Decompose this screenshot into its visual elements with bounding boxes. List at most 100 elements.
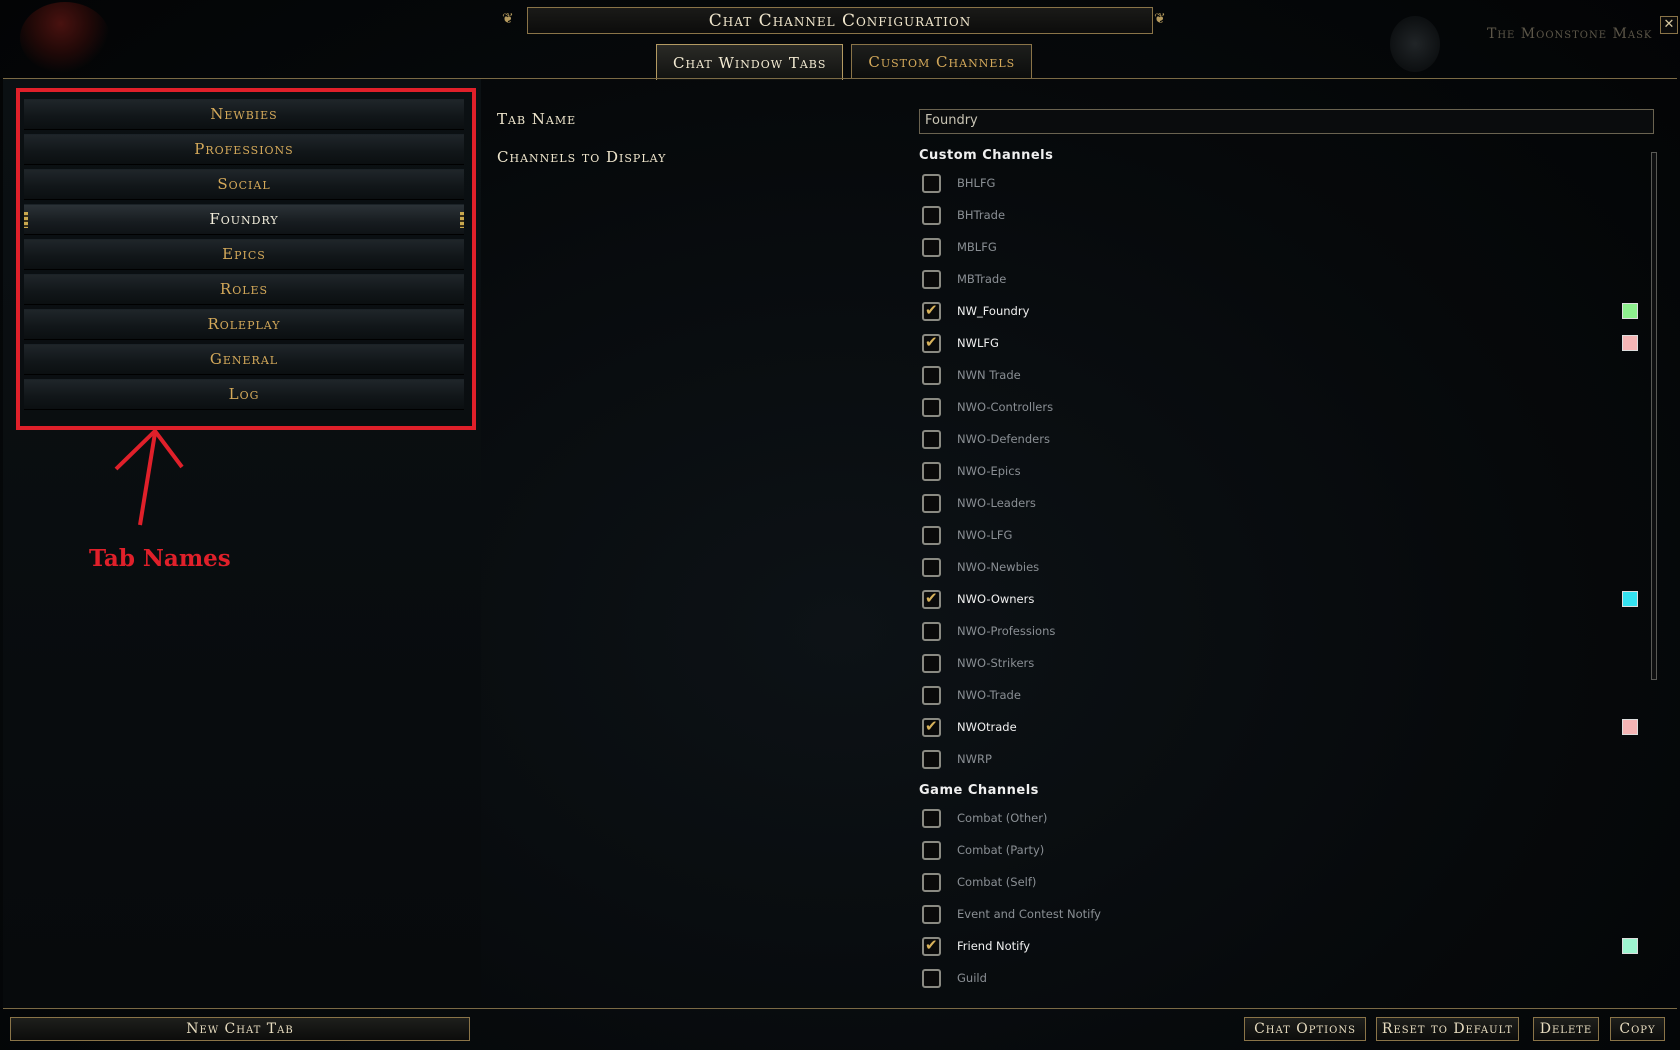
checkbox[interactable] [922, 685, 941, 705]
window-title: Chat Channel Configuration [527, 7, 1153, 34]
channel-row[interactable]: NWO-LFG [922, 524, 1012, 546]
chat-config-window: The Moonstone Mask ❦ Chat Channel Config… [0, 0, 1680, 1050]
reset-to-default-button[interactable]: Reset to Default [1376, 1017, 1519, 1041]
channel-color-swatch[interactable] [1622, 335, 1638, 351]
channel-row[interactable]: NWO-Owners [922, 588, 1034, 610]
channel-label: NWO-Owners [957, 592, 1035, 606]
checkbox-checked[interactable] [922, 717, 941, 737]
checkbox-checked[interactable] [922, 333, 941, 353]
close-button[interactable]: ✕ [1660, 16, 1678, 34]
channel-row[interactable]: NWN Trade [922, 364, 1021, 386]
checkbox[interactable] [922, 525, 941, 545]
channel-label: BHTrade [957, 208, 1006, 222]
channel-row[interactable]: Event and Contest Notify [922, 903, 1101, 925]
channel-row[interactable]: NWO-Strikers [922, 652, 1034, 674]
channel-row[interactable]: Combat (Self) [922, 871, 1036, 893]
channel-row[interactable]: Combat (Other) [922, 807, 1047, 829]
channel-label: BHLFG [957, 176, 996, 190]
title-ornament-left-icon: ❦ [502, 11, 514, 27]
delete-button[interactable]: Delete [1533, 1017, 1599, 1041]
channel-label: Combat (Other) [957, 811, 1048, 825]
background-avatar [20, 2, 110, 74]
tab-custom-channels[interactable]: Custom Channels [851, 44, 1033, 78]
channel-label: NWO-Professions [957, 624, 1056, 638]
checkbox[interactable] [922, 269, 941, 289]
channel-label: NWO-Strikers [957, 656, 1035, 670]
game-channels-heading: Game Channels [919, 783, 1039, 798]
channel-color-swatch[interactable] [1622, 719, 1638, 735]
channel-row[interactable]: BHTrade [922, 204, 1005, 226]
channel-row[interactable]: NW_Foundry [922, 300, 1029, 322]
channel-label: NWRP [957, 752, 992, 766]
annotation-label: Tab Names [89, 545, 231, 572]
channel-row[interactable]: NWO-Leaders [922, 492, 1036, 514]
new-chat-tab-button[interactable]: New Chat Tab [10, 1017, 470, 1041]
checkbox[interactable] [922, 749, 941, 769]
checkbox[interactable] [922, 493, 941, 513]
checkbox-checked[interactable] [922, 936, 941, 956]
tab-name-input[interactable]: Foundry [919, 109, 1654, 134]
channels-to-display-label: Channels to Display [497, 148, 667, 166]
checkbox[interactable] [922, 237, 941, 257]
channel-scrollbar[interactable] [1651, 152, 1657, 680]
bottom-divider [3, 1008, 1677, 1009]
checkbox-checked[interactable] [922, 589, 941, 609]
channel-color-swatch[interactable] [1622, 303, 1638, 319]
channel-row[interactable]: NWRP [922, 748, 992, 770]
channel-row[interactable]: BHLFG [922, 172, 995, 194]
channel-label: NWO-Trade [957, 688, 1021, 702]
checkbox[interactable] [922, 205, 941, 225]
channel-label: NWO-Newbies [957, 560, 1040, 574]
channel-label: Combat (Party) [957, 843, 1045, 857]
tab-chat-window-tabs[interactable]: Chat Window Tabs [656, 44, 844, 80]
channel-row[interactable]: NWO-Controllers [922, 396, 1053, 418]
annotation-highlight-box [16, 88, 476, 430]
checkbox[interactable] [922, 808, 941, 828]
checkbox[interactable] [922, 840, 941, 860]
channel-label: MBTrade [957, 272, 1007, 286]
channel-label: Guild [957, 971, 987, 985]
channel-row[interactable]: Combat (Party) [922, 839, 1044, 861]
channel-row[interactable]: NWO-Newbies [922, 556, 1039, 578]
channel-label: Friend Notify [957, 939, 1031, 953]
checkbox[interactable] [922, 621, 941, 641]
channel-label: NWO-LFG [957, 528, 1013, 542]
checkbox[interactable] [922, 653, 941, 673]
channel-row[interactable]: NWO-Defenders [922, 428, 1050, 450]
channel-label: NWN Trade [957, 368, 1021, 382]
channel-row[interactable]: NWO-Trade [922, 684, 1021, 706]
channel-label: NWOtrade [957, 720, 1017, 734]
checkbox[interactable] [922, 173, 941, 193]
checkbox[interactable] [922, 365, 941, 385]
channel-row[interactable]: NWOtrade [922, 716, 1017, 738]
top-tabs: Chat Window Tabs Custom Channels [656, 44, 1033, 80]
checkbox[interactable] [922, 904, 941, 924]
channel-label: NWO-Defenders [957, 432, 1050, 446]
checkbox[interactable] [922, 872, 941, 892]
checkbox[interactable] [922, 968, 941, 988]
channel-row[interactable]: NWO-Professions [922, 620, 1055, 642]
channel-label: NWO-Leaders [957, 496, 1036, 510]
copy-button[interactable]: Copy [1610, 1017, 1665, 1041]
location-label: The Moonstone Mask [1487, 26, 1653, 42]
checkbox[interactable] [922, 429, 941, 449]
channel-row[interactable]: Guild [922, 967, 987, 989]
checkbox-checked[interactable] [922, 301, 941, 321]
title-ornament-right-icon: ❦ [1154, 11, 1166, 27]
background-minimap [1390, 16, 1440, 72]
custom-channels-heading: Custom Channels [919, 148, 1054, 163]
annotation-arrow-icon [114, 427, 184, 526]
checkbox[interactable] [922, 557, 941, 577]
channel-row[interactable]: NWO-Epics [922, 460, 1021, 482]
channel-row[interactable]: MBTrade [922, 268, 1006, 290]
checkbox[interactable] [922, 461, 941, 481]
chat-options-button[interactable]: Chat Options [1244, 1017, 1366, 1041]
channel-label: Combat (Self) [957, 875, 1037, 889]
channel-row[interactable]: NWLFG [922, 332, 999, 354]
channel-color-swatch[interactable] [1622, 938, 1638, 954]
channel-row[interactable]: Friend Notify [922, 935, 1030, 957]
channel-row[interactable]: MBLFG [922, 236, 997, 258]
channel-color-swatch[interactable] [1622, 591, 1638, 607]
checkbox[interactable] [922, 397, 941, 417]
channel-label: NW_Foundry [957, 304, 1030, 318]
